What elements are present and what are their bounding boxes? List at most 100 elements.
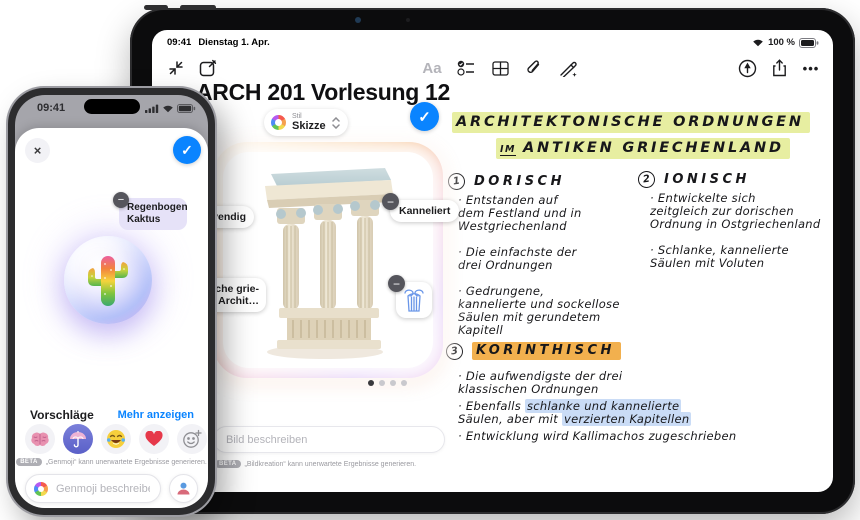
checklist-icon[interactable] <box>454 56 478 80</box>
heart-emoji[interactable] <box>139 424 169 454</box>
laughing-emoji[interactable] <box>101 424 131 454</box>
highlighted-text: ARCHITEKTONISCHE ORDNUNGEN <box>452 112 810 133</box>
status-time: 09:41 <box>37 102 65 114</box>
note-line: Kapitell <box>458 324 620 337</box>
beta-badge: BETA <box>16 458 42 466</box>
status-date: Dienstag 1. Apr. <box>198 37 269 48</box>
section-dorisch-notes: · Entstanden aufdem Festland und inWestg… <box>458 194 620 337</box>
genmoji-sheet: × ✓ − Regenbogen Kaktus <box>15 128 208 508</box>
chip-label: vendig <box>212 211 246 223</box>
text-format-button[interactable]: Aa <box>420 56 444 80</box>
remove-chip-button[interactable]: − <box>113 192 129 208</box>
style-picker[interactable]: Stil Skizze <box>264 109 348 136</box>
wifi-icon <box>752 38 764 47</box>
brain-emoji[interactable] <box>25 424 55 454</box>
image-pagination-dots[interactable] <box>368 380 407 386</box>
chip-label: Kaktus <box>127 214 179 226</box>
beta-text: „Genmoji“ kann unerwartete Ergebnisse ge… <box>46 459 207 466</box>
share-icon[interactable] <box>767 56 791 80</box>
handwritten-title-line2: IM ANTIKEN GRIECHENLAND <box>496 140 790 156</box>
column-sketch-icon <box>402 287 426 313</box>
highlighted-text: ANTIKEN GRIECHENLAND <box>523 140 784 156</box>
chevron-up-down-icon <box>332 117 340 129</box>
ipad-status-bar-left: 09:41Dienstag 1. Apr. <box>167 37 270 48</box>
umbrella-genmoji[interactable] <box>63 424 93 454</box>
compose-icon[interactable] <box>196 56 220 80</box>
describe-genmoji-input[interactable] <box>54 482 152 496</box>
scribble-pen-icon[interactable] <box>556 56 580 80</box>
markup-icon[interactable] <box>735 56 759 80</box>
genmoji-input-bar[interactable] <box>25 474 161 503</box>
accept-image-button[interactable]: ✓ <box>410 102 439 131</box>
remove-chip-button[interactable]: − <box>388 275 405 292</box>
ipad-sensor <box>406 18 410 22</box>
ipad-volume-button <box>144 5 168 10</box>
battery-icon <box>177 104 196 113</box>
aa-label: Aa <box>422 60 441 77</box>
battery-icon <box>799 38 819 48</box>
image-playground-icon <box>34 482 48 496</box>
beta-badge: BETA <box>215 460 241 468</box>
iphone-beta-disclaimer: BETA „Genmoji“ kann unerwartete Ergebnis… <box>15 458 208 466</box>
section-korinthisch-notes: · Die aufwendigste der drei klassischen … <box>458 370 736 443</box>
person-genmoji-button[interactable] <box>169 474 198 503</box>
style-value: Skizze <box>292 121 326 132</box>
highlighted-text: verzierten Kapitellen <box>562 412 691 426</box>
describe-image-input[interactable] <box>213 426 445 453</box>
dynamic-island <box>84 99 140 114</box>
close-button[interactable]: × <box>25 138 50 163</box>
remove-chip-button[interactable]: − <box>382 193 399 210</box>
more-label: ••• <box>803 61 820 76</box>
ipad-device: 09:41Dienstag 1. Apr. 100 % Aa <box>130 8 855 514</box>
im-abbrev: IM <box>500 144 516 156</box>
style-label: Stil <box>292 113 326 120</box>
accept-genmoji-button[interactable]: ✓ <box>173 136 201 164</box>
section-title: DORISCH <box>474 174 565 189</box>
note-text: · Ebenfalls <box>458 399 525 413</box>
ipad-volume-button <box>180 5 216 10</box>
iphone-screen: 09:41 × ✓ − Regenbogen Kaktus <box>15 95 208 508</box>
collapse-icon[interactable] <box>164 56 188 80</box>
section-ionisch-notes: · Entwickelte sichzeitgleich zur dorisch… <box>650 192 821 270</box>
suggestions-label: Vorschläge <box>30 408 94 422</box>
image-playground-icon <box>271 115 286 130</box>
circled-number: 2 <box>637 170 656 189</box>
iphone-device: 09:41 × ✓ − Regenbogen Kaktus <box>8 88 215 515</box>
chip-label: Kanneliert <box>399 205 450 217</box>
genmoji-preview-bubble[interactable] <box>64 236 152 324</box>
notes-app-screen: 09:41Dienstag 1. Apr. 100 % Aa <box>152 30 833 492</box>
wifi-icon <box>162 104 174 113</box>
section-dorisch-heading: 1 DORISCH <box>448 173 565 190</box>
show-more-link[interactable]: Mehr anzeigen <box>118 409 194 421</box>
greek-columns-illustration <box>253 160 403 360</box>
generated-column-image <box>223 152 433 368</box>
note-line: · Entwicklung wird Kallimachos zugeschri… <box>458 430 736 443</box>
section-korinthisch-heading: 3 KORINTHISCH <box>446 342 621 360</box>
genmoji-prompt-chip[interactable]: Regenbogen Kaktus <box>119 198 187 230</box>
note-line: Ordnung in Ostgriechenland <box>650 218 821 231</box>
generated-image-card[interactable] <box>213 142 443 378</box>
battery-percent: 100 % <box>768 37 795 48</box>
note-title: ARCH 201 Vorlesung 12 <box>196 79 450 106</box>
section-title: IONISCH <box>664 172 750 187</box>
handwritten-title-line1: ARCHITEKTONISCHE ORDNUNGEN <box>452 114 810 130</box>
highlighted-text: schlanke und kannelierte <box>525 399 681 413</box>
rainbow-cactus-genmoji <box>85 252 131 308</box>
circled-number: 1 <box>447 172 466 191</box>
note-text: Säulen, aber mit <box>458 412 562 426</box>
note-line: Säulen, aber mit verzierten Kapitellen <box>458 413 736 426</box>
emoji-suggestions <box>25 424 207 454</box>
note-line: Säulen mit Voluten <box>650 257 821 270</box>
more-icon[interactable]: ••• <box>799 56 823 80</box>
section-title: KORINTHISCH <box>472 342 621 360</box>
add-emoji[interactable] <box>177 424 207 454</box>
chip-label: Regenbogen <box>127 202 179 214</box>
prompt-chip-kanneliert[interactable]: Kanneliert <box>390 200 459 222</box>
circled-number: 3 <box>445 341 464 360</box>
ipad-beta-disclaimer: BETA „Bildkreation“ kann unerwartete Erg… <box>215 460 416 468</box>
note-line: klassischen Ordnungen <box>458 383 736 396</box>
ipad-camera <box>355 17 361 23</box>
ipad-status-bar-right: 100 % <box>752 37 819 48</box>
table-icon[interactable] <box>488 56 512 80</box>
paperclip-icon[interactable] <box>522 56 546 80</box>
